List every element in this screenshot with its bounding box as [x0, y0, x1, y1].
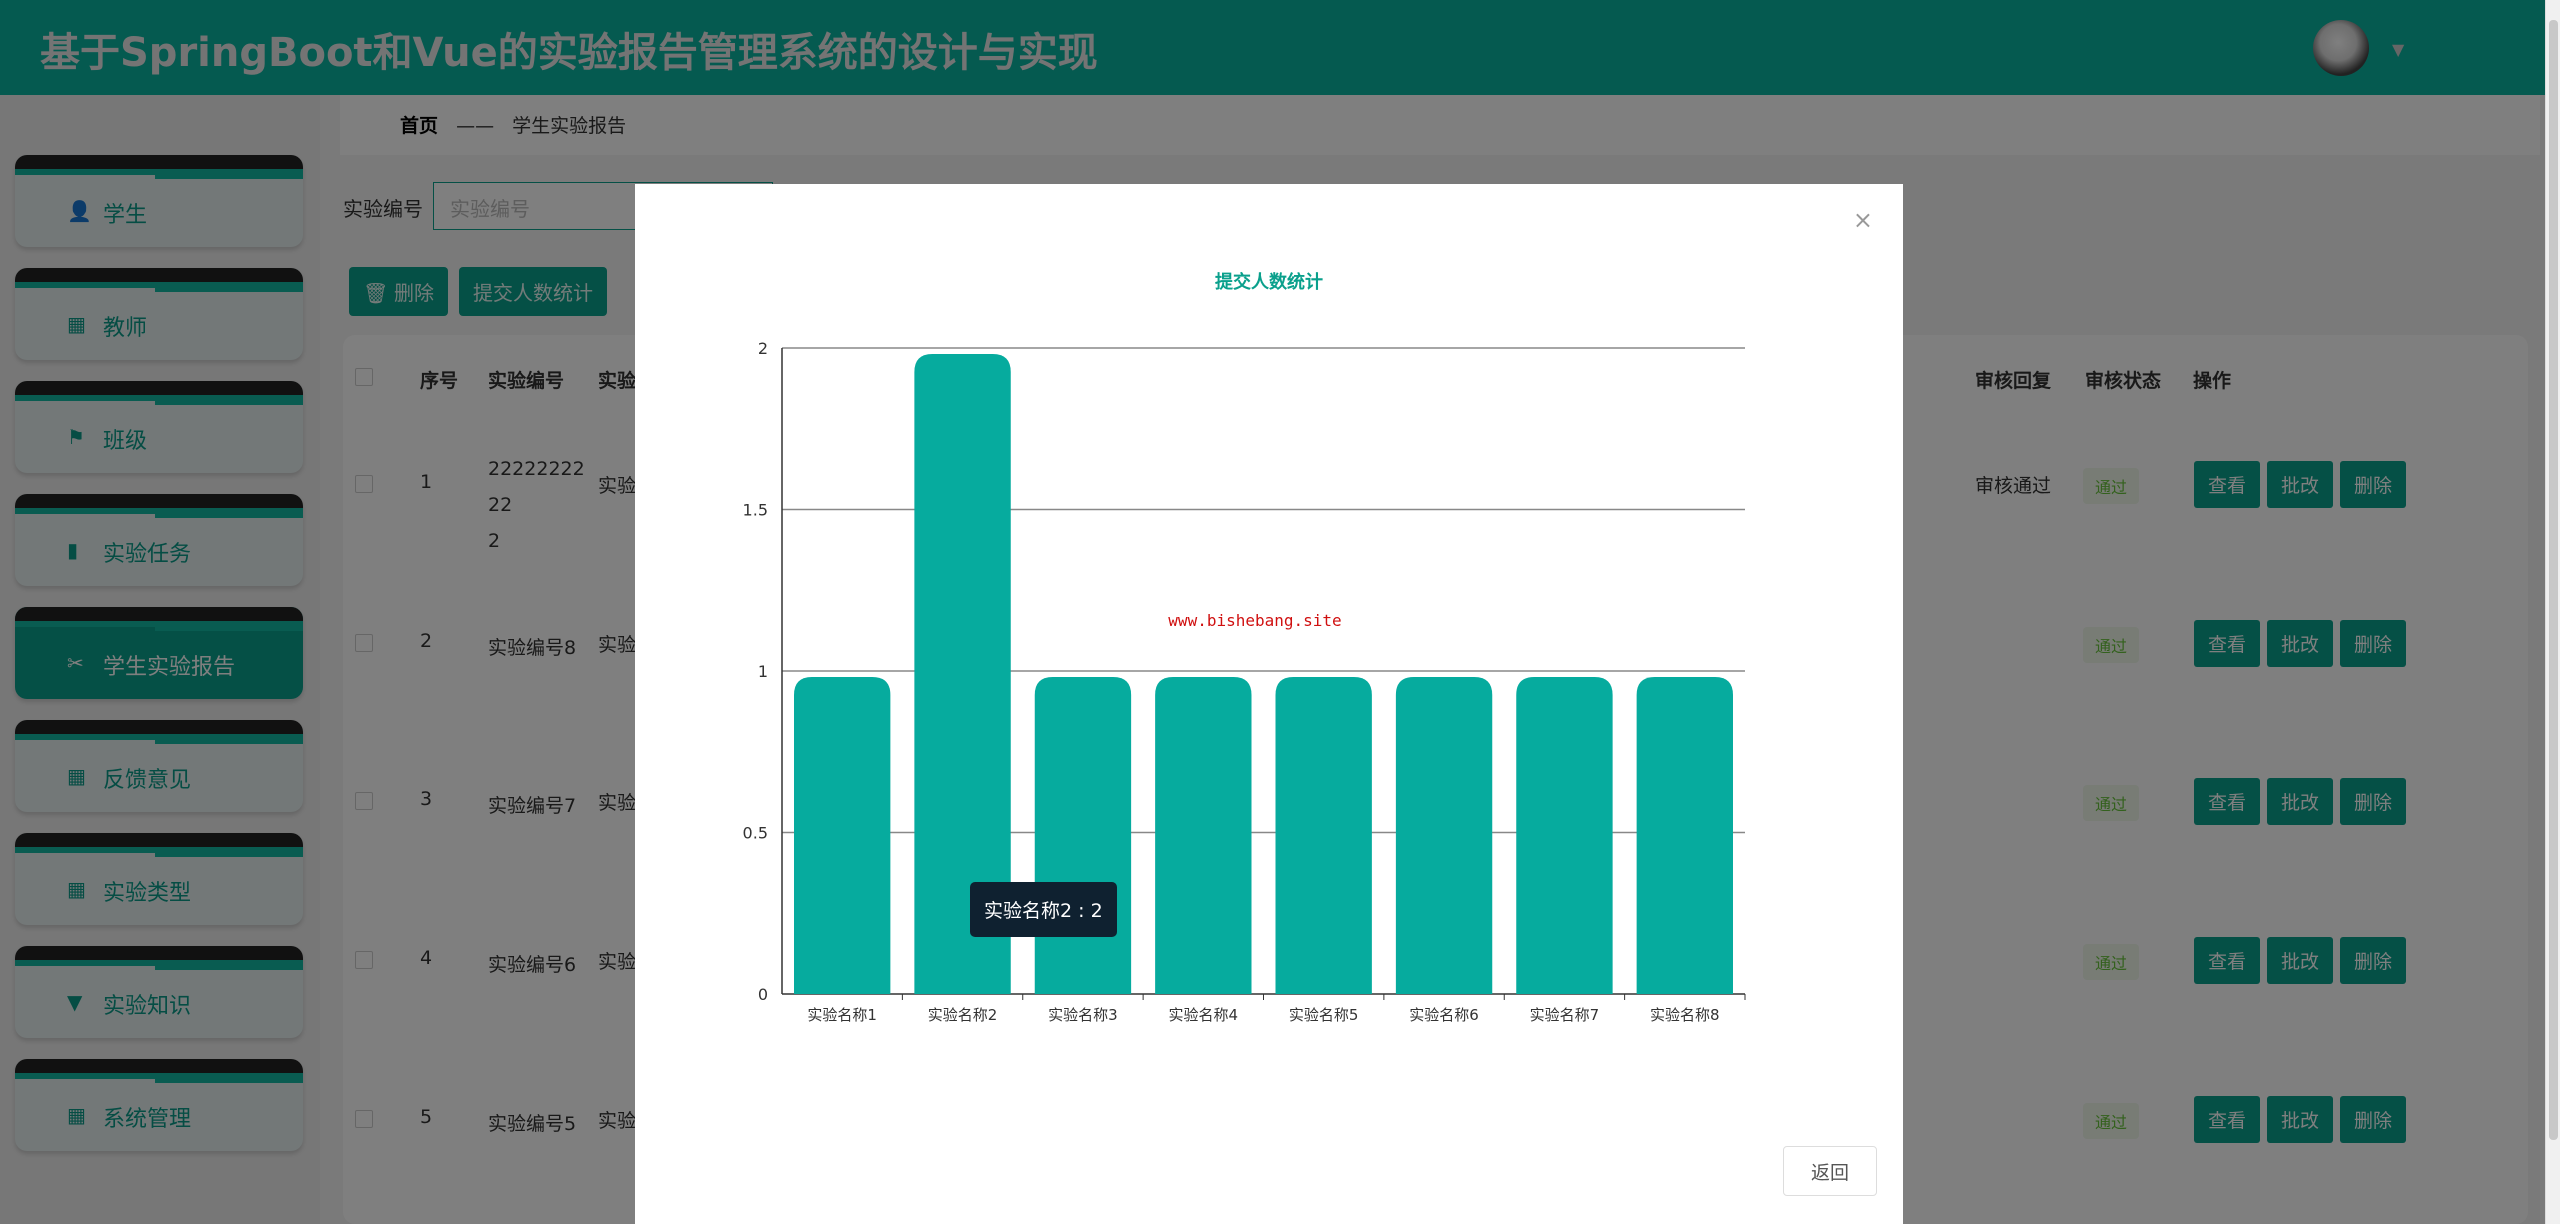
x-tick-label: 实验名称6 [1409, 1006, 1479, 1024]
y-tick-label: 0 [758, 985, 768, 1004]
bar-3[interactable] [1034, 677, 1132, 994]
x-tick-label: 实验名称4 [1169, 1006, 1239, 1024]
bar-8[interactable] [1636, 677, 1733, 994]
y-tick-label: 2 [758, 339, 768, 358]
x-tick-label: 实验名称8 [1650, 1006, 1720, 1024]
bar-7[interactable] [1516, 677, 1613, 994]
stats-dialog: × 提交人数统计 0 0.5 1 1.5 2 实验名称1 实验名称2 实验名称3 实验名称4 实验名… [635, 184, 1903, 1224]
y-tick-label: 1.5 [743, 501, 768, 520]
watermark: www.bishebang.site [1168, 611, 1341, 630]
chart-title: 提交人数统计 [1215, 271, 1323, 293]
x-tick-label: 实验名称2 [928, 1006, 998, 1024]
x-tick-label: 实验名称5 [1289, 1006, 1359, 1024]
bar-chart: 提交人数统计 0 0.5 1 1.5 2 实验名称1 实验名称2 实验名称3 实验名称4 实验名称5… [743, 271, 1746, 1024]
scrollbar[interactable] [2545, 0, 2560, 1224]
y-tick-label: 1 [758, 662, 768, 681]
x-tick-label: 实验名称3 [1048, 1006, 1118, 1024]
y-tick-label: 0.5 [743, 824, 768, 843]
bar-4[interactable] [1155, 677, 1252, 994]
bar-1[interactable] [794, 677, 891, 994]
bar-5[interactable] [1275, 677, 1372, 994]
bar-6[interactable] [1395, 677, 1493, 994]
x-tick-label: 实验名称1 [807, 1006, 877, 1024]
back-button[interactable]: 返回 [1783, 1146, 1877, 1196]
x-tick-label: 实验名称7 [1530, 1006, 1600, 1024]
chart-tooltip: 实验名称2 : 2 [970, 882, 1117, 937]
